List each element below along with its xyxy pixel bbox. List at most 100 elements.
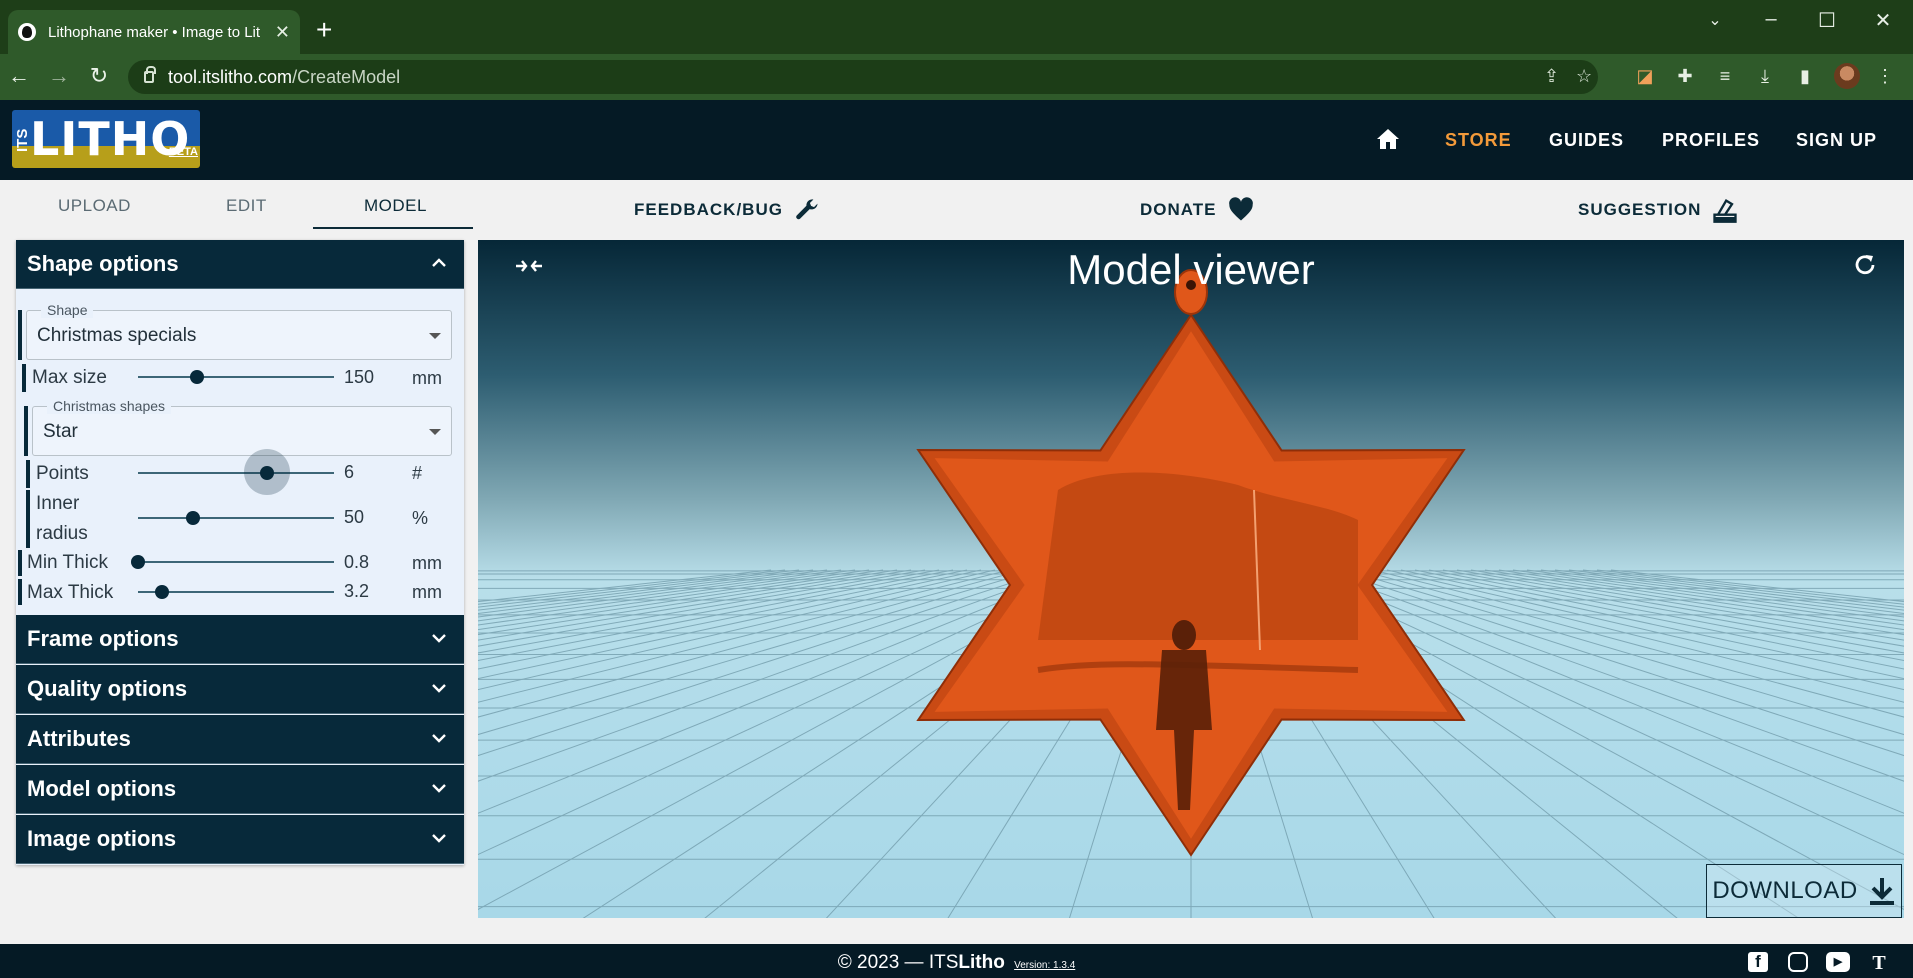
grid-line [478, 569, 772, 603]
side-panel-icon[interactable]: ▮ [1794, 66, 1816, 87]
back-icon[interactable]: ← [6, 63, 32, 89]
site-favicon-icon [18, 23, 36, 41]
chevron-down-icon [432, 734, 446, 743]
grid-line [478, 569, 912, 641]
tab-upload[interactable]: UPLOAD [58, 196, 131, 216]
version-link[interactable]: Version: 1.3.4 [1014, 960, 1075, 971]
christmas-shapes-legend: Christmas shapes [47, 398, 172, 414]
chevron-down-icon [432, 684, 446, 693]
maximize-icon[interactable]: ☐ [1812, 8, 1842, 33]
max-size-track [138, 376, 334, 378]
options-panel: Shape options Shape Christmas specials M… [16, 240, 464, 865]
browser-toolbar: ← → ↻ tool.itslitho.com/CreateModel ⇪ ☆ … [0, 54, 1913, 100]
row-indicator [18, 550, 22, 576]
download-button[interactable]: DOWNLOAD [1706, 864, 1902, 918]
share-icon[interactable]: ⇪ [1544, 66, 1559, 87]
media-control-icon[interactable]: ≡ [1714, 66, 1736, 87]
inner-radius-track [138, 517, 334, 519]
christmas-shapes-value: Star [43, 421, 78, 442]
tab-strip: Lithophane maker • Image to Lit ✕ + ⌄ – … [0, 0, 1913, 54]
frame-options-header[interactable]: Frame options [16, 615, 464, 664]
grid-line [478, 569, 1038, 736]
nav-store[interactable]: STORE [1445, 130, 1512, 151]
inner-radius-label-line2: radius [36, 523, 88, 544]
points-track [138, 472, 334, 474]
shape-select[interactable]: Shape Christmas specials [26, 302, 452, 360]
inner-radius-unit: % [412, 508, 429, 528]
model-viewer[interactable]: Model viewer DOWNLOAD [478, 240, 1904, 918]
feedback-link[interactable]: FEEDBACK/BUG [634, 196, 821, 224]
model-options-header[interactable]: Model options [16, 765, 464, 814]
url-host: tool.itslitho.com [168, 66, 293, 87]
bookmark-star-icon[interactable]: ☆ [1576, 66, 1592, 87]
itslitho-logo[interactable]: ITS LITHO BETA [12, 110, 200, 168]
quality-options-header[interactable]: Quality options [16, 665, 464, 714]
copyright: © 2023 — ITSLitho Version: 1.3.4 [0, 952, 1913, 974]
browser-tab[interactable]: Lithophane maker • Image to Lit ✕ [8, 10, 300, 54]
forward-icon[interactable]: → [46, 63, 72, 89]
grid-line [478, 569, 982, 680]
tab-search-icon[interactable]: ⌄ [1700, 10, 1730, 30]
christmas-shapes-select[interactable]: Christmas shapes Star [32, 398, 452, 456]
facebook-icon[interactable]: f [1748, 952, 1768, 972]
points-unit: # [412, 463, 423, 483]
row-indicator [18, 579, 22, 605]
download-arrow-icon [1869, 878, 1894, 905]
suggestion-label: SUGGESTION [1578, 200, 1702, 219]
reset-view-icon[interactable] [1852, 252, 1878, 278]
min-thick-label: Min Thick [27, 552, 108, 573]
collapse-arrows-icon[interactable] [514, 254, 544, 278]
extensions-puzzle-icon[interactable]: ✚ [1674, 66, 1696, 87]
tab-model[interactable]: MODEL [364, 196, 427, 216]
browser-chrome: Lithophane maker • Image to Lit ✕ + ⌄ – … [0, 0, 1913, 100]
copyright-brand: Litho [958, 952, 1005, 973]
max-thick-slider-thumb[interactable] [154, 585, 169, 599]
chevron-down-icon [432, 834, 446, 843]
feedback-label: FEEDBACK/BUG [634, 200, 783, 219]
image-options-title: Image options [27, 826, 177, 851]
max-thick-unit: mm [412, 582, 442, 602]
attributes-title: Attributes [27, 726, 131, 751]
minimize-icon[interactable]: – [1756, 8, 1786, 31]
quality-options-title: Quality options [27, 676, 188, 701]
address-bar[interactable]: tool.itslitho.com/CreateModel ⇪ ☆ [128, 60, 1598, 94]
nav-guides[interactable]: GUIDES [1549, 130, 1624, 151]
inner-radius-slider-thumb[interactable] [185, 511, 200, 525]
reload-icon[interactable]: ↻ [86, 63, 112, 89]
tab-edit[interactable]: EDIT [226, 196, 267, 216]
new-tab-icon[interactable]: + [316, 16, 332, 44]
chevron-down-icon [432, 784, 446, 793]
grid-line [478, 569, 870, 626]
donate-label: DONATE [1140, 200, 1217, 219]
tab-title: Lithophane maker • Image to Lit [48, 23, 261, 41]
thingiverse-icon[interactable]: T [1868, 952, 1890, 974]
points-value: 6 [344, 462, 355, 482]
instagram-icon[interactable] [1788, 952, 1808, 972]
shape-options-header[interactable]: Shape options [16, 240, 464, 289]
home-icon[interactable] [1376, 128, 1400, 150]
shape-value: Christmas specials [37, 325, 197, 346]
grid-line [478, 569, 898, 636]
suggestion-link[interactable]: SUGGESTION [1578, 196, 1739, 224]
logo-beta: BETA [168, 146, 198, 158]
min-thick-track [138, 561, 334, 563]
image-options-header[interactable]: Image options [16, 815, 464, 864]
nav-sign-up[interactable]: SIGN UP [1796, 130, 1877, 151]
profile-avatar[interactable] [1834, 63, 1860, 89]
wrench-icon [796, 199, 818, 220]
shape-legend: Shape [41, 302, 94, 318]
donate-link[interactable]: DONATE [1140, 196, 1255, 224]
grid-line [478, 569, 954, 661]
attributes-header[interactable]: Attributes [16, 715, 464, 764]
min-thick-slider-thumb[interactable] [131, 555, 145, 569]
youtube-icon[interactable]: ▶ [1826, 952, 1850, 972]
window-close-icon[interactable]: ✕ [1868, 8, 1898, 33]
tab-close-icon[interactable]: ✕ [275, 22, 290, 43]
downloads-icon[interactable]: ⤓ [1754, 66, 1776, 87]
row-indicator [22, 364, 26, 392]
max-thick-value: 3.2 [344, 581, 370, 601]
nav-profiles[interactable]: PROFILES [1662, 130, 1760, 151]
menu-kebab-icon[interactable]: ⋮ [1874, 66, 1896, 87]
extension-icon[interactable]: ◪ [1634, 66, 1656, 87]
max-size-slider-thumb[interactable] [189, 370, 204, 384]
